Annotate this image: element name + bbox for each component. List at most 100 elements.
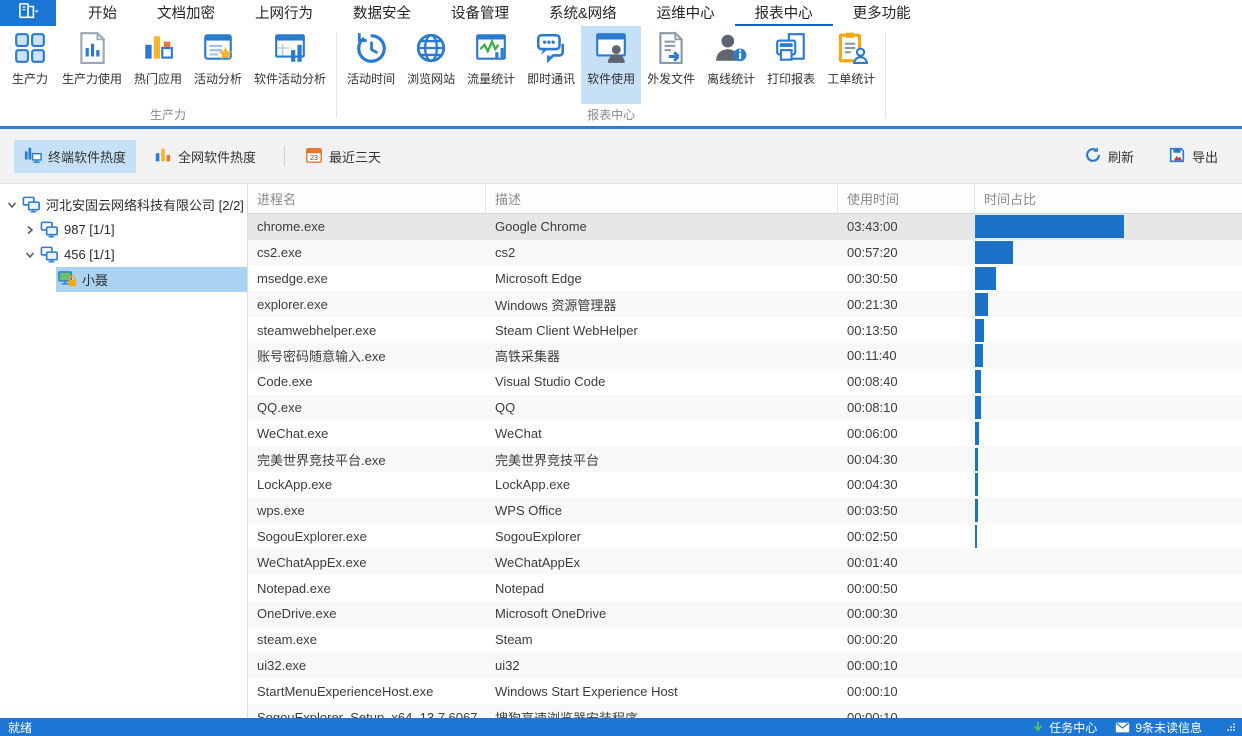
tab-2[interactable]: 上网行为 bbox=[235, 0, 333, 26]
table-row[interactable]: 账号密码随意输入.exe 高铁采集器 00:11:40 bbox=[248, 343, 1242, 369]
cell-usage-time: 00:08:10 bbox=[838, 395, 975, 421]
table-row[interactable]: wps.exe WPS Office 00:03:50 bbox=[248, 498, 1242, 524]
cell-usage-time: 00:57:20 bbox=[838, 240, 975, 266]
table-row[interactable]: SogouExplorer_Setup_x64_13.7.6067 搜狗高速浏览… bbox=[248, 704, 1242, 718]
table-row[interactable]: msedge.exe Microsoft Edge 00:30:50 bbox=[248, 266, 1242, 292]
ribbon-item-doc-arrow[interactable]: 外发文件 bbox=[641, 26, 701, 104]
cell-time-ratio bbox=[975, 291, 1242, 317]
org-tree-panel: 河北安固云网络科技有限公司 [2/2] 987 [1/1] 456 [1/1] bbox=[0, 184, 248, 718]
tab-7[interactable]: 报表中心 bbox=[735, 0, 833, 26]
table-row[interactable]: StartMenuExperienceHost.exe Windows Star… bbox=[248, 678, 1242, 704]
cell-usage-time: 00:00:30 bbox=[838, 601, 975, 627]
table-row[interactable]: LockApp.exe LockApp.exe 00:04:30 bbox=[248, 472, 1242, 498]
toolbar-button-1[interactable]: 全网软件热度 bbox=[144, 140, 266, 173]
cell-process: SogouExplorer.exe bbox=[248, 524, 486, 550]
ribbon-item-traffic[interactable]: 流量统计 bbox=[461, 26, 521, 104]
chevron-down-icon[interactable] bbox=[4, 192, 20, 217]
toolbar-action-1[interactable]: 导出 bbox=[1158, 140, 1228, 173]
ribbon-item-grid[interactable]: 生产力 bbox=[4, 26, 56, 104]
tab-6[interactable]: 运维中心 bbox=[637, 0, 735, 26]
status-text: 就绪 bbox=[8, 719, 32, 736]
table-row[interactable]: SogouExplorer.exe SogouExplorer 00:02:50 bbox=[248, 524, 1242, 550]
window-user-icon bbox=[594, 31, 628, 65]
tree-node-2[interactable]: 456 [1/1] bbox=[0, 242, 247, 267]
ribbon-item-doc-chart[interactable]: 生产力使用 bbox=[56, 26, 128, 104]
tree-node-label: 小聂 bbox=[82, 270, 108, 289]
tab-0[interactable]: 开始 bbox=[68, 0, 137, 26]
cell-description: Notepad bbox=[486, 575, 838, 601]
globe-icon bbox=[414, 31, 448, 65]
ribbon-item-clock[interactable]: 活动时间 bbox=[341, 26, 401, 104]
tree-node-1[interactable]: 987 [1/1] bbox=[0, 217, 247, 242]
ribbon-item-window-chart[interactable]: 软件活动分析 bbox=[248, 26, 332, 104]
ribbon-item-globe[interactable]: 浏览网站 bbox=[401, 26, 461, 104]
unread-messages-button[interactable]: 9条未读信息 bbox=[1115, 719, 1202, 736]
chevron-down-icon[interactable] bbox=[22, 242, 38, 267]
ribbon-item-printer[interactable]: 打印报表 bbox=[761, 26, 821, 104]
traffic-icon bbox=[474, 31, 508, 65]
column-header-0[interactable]: 进程名 bbox=[248, 184, 486, 213]
time-ratio-bar bbox=[975, 241, 1013, 264]
tree-node-0[interactable]: 河北安固云网络科技有限公司 [2/2] bbox=[0, 192, 247, 217]
table-row[interactable]: ui32.exe ui32 00:00:10 bbox=[248, 653, 1242, 679]
table-row[interactable]: OneDrive.exe Microsoft OneDrive 00:00:30 bbox=[248, 601, 1242, 627]
toolbar-button-2[interactable]: 23最近三天 bbox=[295, 140, 391, 173]
cell-usage-time: 00:08:40 bbox=[838, 369, 975, 395]
cell-time-ratio bbox=[975, 627, 1242, 653]
ribbon-item-window-user[interactable]: 软件使用 bbox=[581, 26, 641, 104]
cell-process: StartMenuExperienceHost.exe bbox=[248, 678, 486, 704]
tab-bar: 开始文档加密上网行为数据安全设备管理系统&网络运维中心报表中心更多功能 bbox=[0, 0, 1242, 26]
table-row[interactable]: explorer.exe Windows 资源管理器 00:21:30 bbox=[248, 291, 1242, 317]
table-row[interactable]: QQ.exe QQ 00:08:10 bbox=[248, 395, 1242, 421]
hot-bars-icon bbox=[141, 31, 175, 65]
cell-usage-time: 00:06:00 bbox=[838, 420, 975, 446]
table-row[interactable]: cs2.exe cs2 00:57:20 bbox=[248, 240, 1242, 266]
task-center-button[interactable]: 任务中心 bbox=[1032, 719, 1097, 736]
tab-8[interactable]: 更多功能 bbox=[833, 0, 931, 26]
tab-1[interactable]: 文档加密 bbox=[137, 0, 235, 26]
toolbar-action-0[interactable]: 刷新 bbox=[1074, 140, 1144, 173]
table-body: chrome.exe Google Chrome 03:43:00 cs2.ex… bbox=[248, 214, 1242, 718]
pc-group-icon bbox=[40, 245, 59, 264]
cell-process: Notepad.exe bbox=[248, 575, 486, 601]
tab-5[interactable]: 系统&网络 bbox=[529, 0, 637, 26]
tree-node-3[interactable]: 小聂 bbox=[0, 267, 247, 292]
cell-description: LockApp.exe bbox=[486, 472, 838, 498]
table-row[interactable]: WeChat.exe WeChat 00:06:00 bbox=[248, 420, 1242, 446]
column-header-1[interactable]: 描述 bbox=[486, 184, 838, 213]
table-row[interactable]: WeChatAppEx.exe WeChatAppEx 00:01:40 bbox=[248, 549, 1242, 575]
cell-description: Steam bbox=[486, 627, 838, 653]
table-row[interactable]: Notepad.exe Notepad 00:00:50 bbox=[248, 575, 1242, 601]
cell-time-ratio bbox=[975, 240, 1242, 266]
view-toolbar: 终端软件热度全网软件热度 23最近三天 刷新导出 bbox=[0, 129, 1242, 184]
ribbon-item-user-info[interactable]: 离线统计 bbox=[701, 26, 761, 104]
column-header-3[interactable]: 时间占比 bbox=[975, 184, 1242, 213]
export-icon bbox=[1168, 146, 1186, 167]
cell-usage-time: 00:04:30 bbox=[838, 446, 975, 472]
cell-description: cs2 bbox=[486, 240, 838, 266]
table-row[interactable]: chrome.exe Google Chrome 03:43:00 bbox=[248, 214, 1242, 240]
cell-time-ratio bbox=[975, 704, 1242, 718]
ribbon-item-doc-star[interactable]: 活动分析 bbox=[188, 26, 248, 104]
tab-3[interactable]: 数据安全 bbox=[333, 0, 431, 26]
table-row[interactable]: Code.exe Visual Studio Code 00:08:40 bbox=[248, 369, 1242, 395]
cell-time-ratio bbox=[975, 343, 1242, 369]
cell-description: Google Chrome bbox=[486, 214, 838, 240]
toolbar-button-0[interactable]: 终端软件热度 bbox=[14, 140, 136, 173]
cell-description: Visual Studio Code bbox=[486, 369, 838, 395]
cell-description: ui32 bbox=[486, 653, 838, 679]
tree-arrow-spacer bbox=[40, 267, 56, 292]
table-row[interactable]: steam.exe Steam 00:00:20 bbox=[248, 627, 1242, 653]
ribbon-item-chat[interactable]: 即时通讯 bbox=[521, 26, 581, 104]
time-ratio-bar bbox=[975, 448, 978, 471]
toolbar-button-label: 最近三天 bbox=[329, 147, 381, 166]
app-menu-button[interactable] bbox=[0, 0, 56, 26]
tab-4[interactable]: 设备管理 bbox=[431, 0, 529, 26]
table-row[interactable]: 完美世界竞技平台.exe 完美世界竞技平台 00:04:30 bbox=[248, 446, 1242, 472]
resize-grip[interactable] bbox=[1226, 722, 1236, 732]
ribbon-item-clipboard-user[interactable]: 工单统计 bbox=[821, 26, 881, 104]
chevron-right-icon[interactable] bbox=[22, 217, 38, 242]
ribbon-item-hot-bars[interactable]: 热门应用 bbox=[128, 26, 188, 104]
column-header-2[interactable]: 使用时间 bbox=[838, 184, 975, 213]
table-row[interactable]: steamwebhelper.exe Steam Client WebHelpe… bbox=[248, 317, 1242, 343]
